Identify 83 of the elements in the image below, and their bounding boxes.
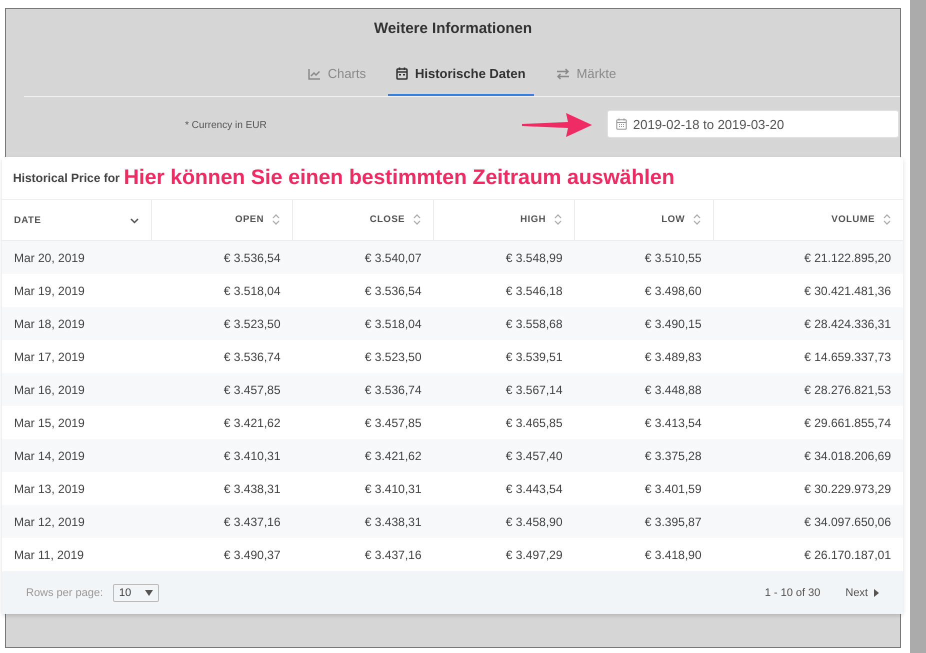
table-cell: € 3.548,99 [434,240,574,274]
table-cell: € 28.276.821,53 [714,373,903,406]
scrollbar[interactable] [910,0,926,653]
dropdown-triangle-icon [145,590,154,596]
table-cell: Mar 11, 2019 [2,538,152,571]
table-cell: € 3.540,07 [292,240,434,274]
table-cell: € 14.659.337,73 [714,340,903,373]
table-cell: Mar 13, 2019 [2,472,152,505]
sort-icon [883,214,891,226]
table-cell: € 26.170.187,01 [714,538,903,571]
table-cell: € 3.498,60 [574,274,714,307]
table-cell: € 3.437,16 [292,538,434,571]
table-cell: € 3.558,68 [434,307,574,340]
swap-arrows-icon [556,68,570,80]
rows-per-page-label: Rows per page: [26,586,104,598]
table-cell: € 3.458,90 [434,505,574,538]
table-cell: € 3.523,50 [292,340,434,373]
date-range-field[interactable]: 2019-02-18 to 2019-03-20 [607,110,899,138]
table-cell: € 3.443,54 [434,472,574,505]
table-cell: Mar 14, 2019 [2,439,152,472]
table-cell: € 3.413,54 [574,406,714,439]
table-cell: Mar 18, 2019 [2,307,152,340]
table-cell: Mar 15, 2019 [2,406,152,439]
table-cell: € 3.438,31 [292,505,434,538]
table-cell: € 3.539,51 [434,340,574,373]
table-title: Historical Price for [13,171,120,185]
table-cell: € 3.490,37 [152,538,292,571]
table-cell: € 3.510,55 [574,240,714,274]
table-cell: € 3.448,88 [574,373,714,406]
table-cell: Mar 17, 2019 [2,340,152,373]
table-cell: € 3.523,50 [152,307,292,340]
table-cell: € 3.421,62 [292,439,434,472]
table-cell: Mar 20, 2019 [2,240,152,274]
page-range: 1 - 10 of 30 [764,586,820,598]
panel-title: Weitere Informationen [372,20,534,39]
table-cell: € 3.567,14 [434,373,574,406]
table-cell: € 30.421.481,36 [714,274,903,307]
chevron-down-icon [130,218,139,224]
table-cell: € 3.536,74 [152,340,292,373]
next-button[interactable]: Next [845,586,879,598]
calendar-icon [396,67,408,80]
table-cell: € 34.018.206,69 [714,439,903,472]
table-cell: € 3.457,40 [434,439,574,472]
table-cell: € 3.465,85 [434,406,574,439]
annotation-text: Hier können Sie einen bestimmten Zeitraum auswählen [124,166,675,190]
caret-right-icon [874,588,879,596]
table-cell: € 3.375,28 [574,439,714,472]
table-cell: € 3.437,16 [152,505,292,538]
calendar-icon [616,118,627,130]
sort-icon [413,214,421,226]
table-cell: € 3.457,85 [152,373,292,406]
table-cell: € 3.395,87 [574,505,714,538]
table-cell: € 34.097.650,06 [714,505,903,538]
table-cell: € 30.229.973,29 [714,472,903,505]
table-cell: € 3.421,62 [152,406,292,439]
table-cell: € 3.410,31 [152,439,292,472]
table-cell: € 28.424.336,31 [714,307,903,340]
table-cell: € 3.457,85 [292,406,434,439]
table-cell: € 3.518,04 [152,274,292,307]
table-cell: € 3.489,83 [574,340,714,373]
table-cell: € 3.536,54 [152,240,292,274]
line-chart-icon [308,68,321,80]
currency-note: * Currency in EUR [185,120,267,130]
table-cell: € 3.401,59 [574,472,714,505]
rows-per-page-select[interactable]: 10 [113,584,160,602]
table-cell: Mar 19, 2019 [2,274,152,307]
sort-icon [272,214,280,226]
table-cell: € 3.536,54 [292,274,434,307]
table-cell: Mar 12, 2019 [2,505,152,538]
table-cell: € 3.518,04 [292,307,434,340]
table-cell: Mar 16, 2019 [2,373,152,406]
table-cell: € 3.497,29 [434,538,574,571]
table-cell: € 3.546,18 [434,274,574,307]
sort-icon [693,214,701,226]
table-cell: € 3.490,15 [574,307,714,340]
tab[interactable]: Historische Daten [388,66,534,96]
table-cell: € 3.410,31 [292,472,434,505]
sort-icon [554,214,562,226]
table-cell: € 21.122.895,20 [714,240,903,274]
table-cell: € 29.661.855,74 [714,406,903,439]
table-cell: € 3.418,90 [574,538,714,571]
table-cell: € 3.438,31 [152,472,292,505]
table-cell: € 3.536,74 [292,373,434,406]
